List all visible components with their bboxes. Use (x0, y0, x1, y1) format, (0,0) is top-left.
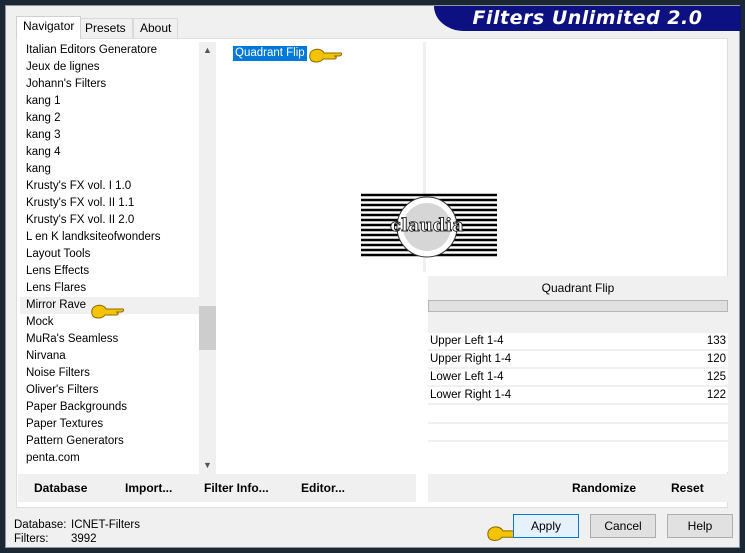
parameter-label: Lower Right 1-4 (430, 389, 512, 401)
category-item[interactable]: Oliver's Filters (20, 382, 200, 399)
filters-count: 3992 (71, 533, 97, 545)
parameter-slider-row[interactable]: Lower Right 1-4 122 (428, 387, 728, 405)
category-item[interactable]: Paper Textures (20, 416, 200, 433)
import-button[interactable]: Import... (125, 474, 172, 502)
category-item[interactable]: kang 3 (20, 127, 200, 144)
parameter-value: 122 (706, 389, 726, 401)
category-item[interactable]: Italian Editors Generatore (20, 42, 200, 59)
pointing-hand-icon (309, 48, 342, 63)
divider (428, 422, 728, 424)
database-label: Database: (14, 519, 67, 531)
category-item[interactable]: Paper Backgrounds (20, 399, 200, 416)
category-item[interactable]: kang 4 (20, 144, 200, 161)
parameters-panel: Quadrant Flip Upper Left 1-4 133 Upper Rig… (428, 276, 728, 472)
divider (428, 440, 728, 442)
scroll-down-icon[interactable]: ▼ (199, 457, 216, 474)
category-item[interactable]: Krusty's FX vol. II 1.1 (20, 195, 200, 212)
svg-text:claudia: claudia (390, 215, 464, 236)
tab-presets[interactable]: Presets (78, 18, 133, 38)
filters-label: Filters: (14, 533, 49, 545)
filter-title: Quadrant Flip (428, 276, 728, 300)
category-item[interactable]: Pattern Generators (20, 433, 200, 450)
parameter-slider-row[interactable]: Upper Left 1-4 133 (428, 333, 728, 351)
category-item[interactable]: Nirvana (20, 348, 200, 365)
tab-about[interactable]: About (133, 18, 179, 38)
reset-button[interactable]: Reset (671, 474, 704, 502)
randomize-button[interactable]: Randomize (572, 474, 636, 502)
parameter-value: 120 (706, 353, 726, 365)
parameter-label: Upper Right 1-4 (430, 353, 512, 365)
category-scrollbar[interactable]: ▲ ▼ (199, 42, 216, 474)
category-item[interactable]: kang 2 (20, 110, 200, 127)
parameter-label: Upper Left 1-4 (430, 335, 504, 347)
scroll-thumb[interactable] (199, 306, 216, 350)
category-item[interactable]: L en K landksiteofwonders (20, 229, 200, 246)
category-list[interactable]: Italian Editors Generatore Jeux de lignes… (20, 42, 200, 474)
parameter-slider-row[interactable]: Lower Left 1-4 125 (428, 369, 728, 387)
category-item[interactable]: Jeux de lignes (20, 59, 200, 76)
help-button[interactable]: Help (667, 514, 733, 538)
parameter-value: 125 (706, 371, 726, 383)
category-item[interactable]: MuRa's Seamless (20, 331, 200, 348)
parameter-value: 133 (706, 335, 726, 347)
status-info: Database: ICNET-Filters Filters: 3992 (14, 518, 140, 546)
parameter-slider-row[interactable]: Upper Right 1-4 120 (428, 351, 728, 369)
navigator-button-bar: Database Import... Filter Info... Editor… (18, 474, 416, 502)
progress-bar (428, 300, 728, 312)
spacer (428, 312, 728, 333)
filter-item-selected[interactable]: Quadrant Flip (233, 46, 307, 61)
category-item[interactable]: Lens Flares (20, 280, 200, 297)
claudia-watermark-logo: claudia (361, 193, 497, 258)
filters-unlimited-dialog: Filters Unlimited 2.0 Presets About Navi… (5, 5, 741, 548)
pointing-hand-icon (91, 304, 124, 319)
database-button[interactable]: Database (34, 474, 87, 502)
category-item[interactable]: Krusty's FX vol. I 1.0 (20, 178, 200, 195)
apply-button[interactable]: Apply (513, 514, 579, 538)
category-item[interactable]: Krusty's FX vol. II 2.0 (20, 212, 200, 229)
tab-navigator[interactable]: Navigator (16, 16, 82, 39)
editor-button[interactable]: Editor... (301, 474, 345, 502)
category-item[interactable]: kang 1 (20, 93, 200, 110)
app-title: Filters Unlimited 2.0 (434, 6, 741, 31)
parameter-button-bar: Randomize Reset (428, 474, 728, 502)
database-value: ICNET-Filters (71, 519, 140, 531)
category-item[interactable]: Noise Filters (20, 365, 200, 382)
category-item[interactable]: penta.com (20, 450, 200, 467)
category-item[interactable]: Johann's Filters (20, 76, 200, 93)
scroll-up-icon[interactable]: ▲ (199, 42, 216, 59)
category-item[interactable]: kang (20, 161, 200, 178)
filter-info-button[interactable]: Filter Info... (204, 474, 269, 502)
cancel-button[interactable]: Cancel (590, 514, 656, 538)
parameter-label: Lower Left 1-4 (430, 371, 504, 383)
category-item[interactable]: Lens Effects (20, 263, 200, 280)
category-item[interactable]: Layout Tools (20, 246, 200, 263)
